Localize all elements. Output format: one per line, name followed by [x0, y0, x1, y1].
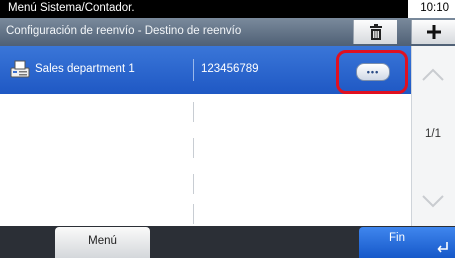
trash-icon	[369, 24, 382, 40]
destination-name: Sales department 1	[35, 63, 135, 75]
menu-button-label: Menú	[88, 235, 117, 247]
list-item[interactable]	[0, 166, 411, 203]
chevron-down-icon[interactable]	[418, 184, 448, 224]
screen: Menú Sistema/Contador. 10:10 Configuraci…	[0, 0, 455, 258]
page-indicator: 1/1	[425, 128, 441, 140]
list-item[interactable]	[0, 202, 411, 227]
plus-icon	[426, 25, 441, 39]
detail-button[interactable]: •••	[356, 63, 390, 81]
delete-button[interactable]	[353, 20, 397, 44]
enter-icon	[437, 242, 448, 253]
fax-icon	[10, 60, 30, 78]
destination-number: 123456789	[201, 63, 259, 75]
column-divider	[193, 102, 194, 122]
more-options-icon: •••	[366, 67, 380, 77]
add-button[interactable]	[411, 20, 455, 44]
list-item[interactable]	[0, 130, 411, 167]
subheader-title: Configuración de reenvío - Destino de re…	[6, 25, 242, 37]
column-divider	[193, 174, 194, 194]
chevron-up-icon[interactable]	[418, 54, 448, 94]
column-divider	[193, 204, 194, 224]
screen-title: Menú Sistema/Contador.	[8, 2, 135, 14]
column-divider	[193, 59, 194, 81]
menu-button[interactable]: Menú	[55, 227, 150, 258]
list-item[interactable]	[0, 94, 411, 131]
clock: 10:10	[418, 2, 451, 14]
column-divider	[193, 138, 194, 158]
status-bar: Menú Sistema/Contador.	[0, 0, 455, 18]
end-button[interactable]: Fin	[359, 227, 455, 258]
end-button-label: Fin	[389, 232, 405, 244]
